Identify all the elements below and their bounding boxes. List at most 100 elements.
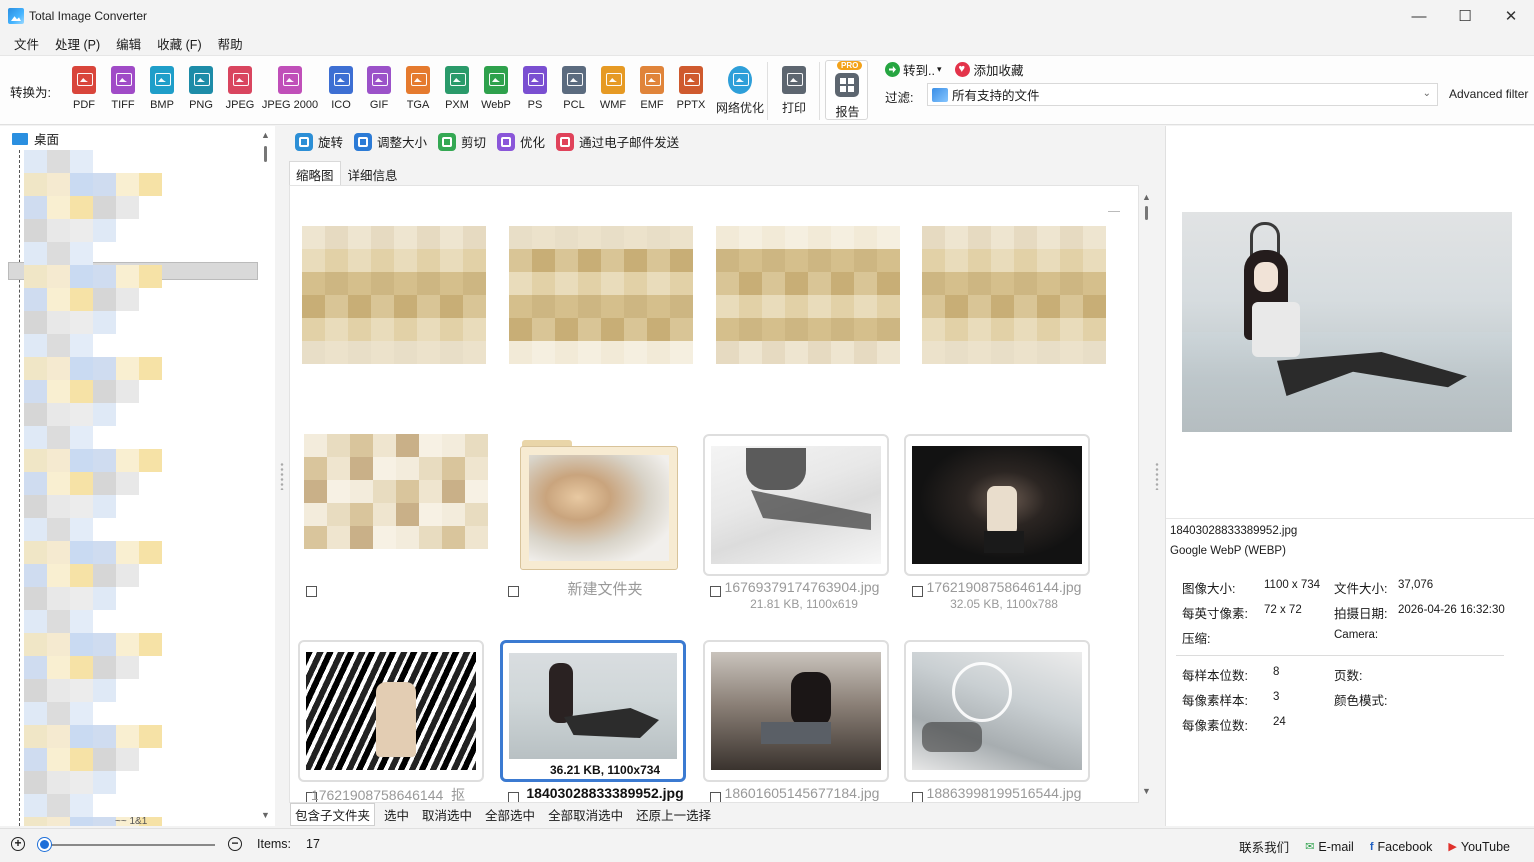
file-name[interactable]: 16769379174763904.jpg	[709, 579, 895, 595]
blurred-tile	[877, 272, 900, 295]
thumbnail-card[interactable]	[703, 434, 889, 576]
tab-thumbnails[interactable]: 缩略图	[289, 161, 341, 188]
select-all-button[interactable]: 全部选中	[481, 804, 539, 825]
thumbnail-card-selected[interactable]: 36.21 KB, 1100x734	[500, 640, 686, 782]
close-button[interactable]: ✕	[1488, 0, 1534, 32]
items-label: Items:	[257, 837, 292, 851]
email-link[interactable]: ✉ E-mail	[1305, 840, 1354, 854]
blurred-tile	[327, 457, 350, 480]
blurred-tile	[396, 434, 419, 457]
zoom-in-icon[interactable]: +	[11, 837, 25, 851]
tree-scrollbar[interactable]: ▲ ▼	[258, 126, 273, 826]
deselect-button[interactable]: 取消选中	[418, 804, 476, 825]
tree-root-label[interactable]: 桌面	[34, 129, 59, 148]
blurred-tree-tile	[70, 150, 93, 173]
scroll-thumb[interactable]	[1145, 206, 1148, 220]
blurred-tile	[371, 249, 394, 272]
file-name[interactable]: 18863998199516544.jpg	[911, 785, 1097, 801]
minimize-button[interactable]: —	[1396, 0, 1442, 32]
zoom-slider[interactable]	[45, 844, 215, 846]
file-name[interactable]: 18601605145677184.jpg	[709, 785, 895, 801]
menu-file[interactable]: 文件	[6, 34, 47, 53]
blurred-tree-tile	[93, 311, 116, 334]
menu-edit[interactable]: 编辑	[108, 34, 149, 53]
blurred-tile	[877, 295, 900, 318]
blurred-tree-tile	[24, 265, 47, 288]
maximize-button[interactable]: ☐	[1442, 0, 1488, 32]
blurred-tile	[1083, 249, 1106, 272]
thumbnail-card[interactable]	[298, 640, 484, 782]
thumbnail-grid[interactable]: 新建文件夹 16769379174763904.jpg 21.81 KB, 11…	[289, 185, 1139, 803]
scroll-down-icon[interactable]: ▼	[1142, 786, 1151, 796]
file-name[interactable]: 17621908758646144_抠	[295, 785, 481, 802]
filter-dropdown[interactable]: 所有支持的文件 ⌄	[927, 83, 1438, 106]
file-name[interactable]: 17621908758646144.jpg	[911, 579, 1097, 595]
goto-button[interactable]: 转到..	[903, 60, 935, 79]
blurred-tile	[1083, 226, 1106, 249]
print-button[interactable]: 打印	[770, 66, 818, 116]
restore-selection-button[interactable]: 还原上一选择	[632, 804, 715, 825]
thumbnail-image	[711, 652, 881, 770]
blurred-tile	[601, 295, 624, 318]
blurred-tree-tile	[47, 702, 70, 725]
select-button[interactable]: 选中	[380, 804, 413, 825]
blurred-tile	[394, 226, 417, 249]
tab-details[interactable]: 详细信息	[341, 161, 405, 188]
image-file-icon	[150, 66, 174, 94]
folder-name[interactable]: 新建文件夹	[512, 578, 698, 599]
crop-button[interactable]: 剪切	[438, 132, 486, 151]
blurred-tree-tile	[93, 656, 116, 679]
blurred-tile	[417, 318, 440, 341]
youtube-link[interactable]: ▶ YouTube	[1448, 840, 1510, 854]
optimize-button[interactable]: 优化	[497, 132, 545, 151]
menu-process[interactable]: 处理 (P)	[47, 34, 108, 53]
contact-link[interactable]: 联系我们	[1239, 837, 1289, 856]
blurred-tile	[304, 503, 327, 526]
thumbnail-card[interactable]	[904, 434, 1090, 576]
convert-jpeg-2000-button[interactable]: JPEG 2000	[262, 66, 318, 111]
convert-pptx-button[interactable]: PPTX	[667, 66, 715, 111]
blurred-tile	[945, 318, 968, 341]
splitter-handle[interactable]	[1155, 462, 1159, 490]
blurred-tile	[670, 226, 693, 249]
send-email-button[interactable]: 通过电子邮件发送	[556, 132, 679, 151]
thumbnail-card[interactable]	[904, 640, 1090, 782]
blurred-tile	[922, 318, 945, 341]
menu-help[interactable]: 帮助	[210, 34, 251, 53]
menu-favorites[interactable]: 收藏 (F)	[149, 34, 209, 53]
convert-网络优化-button[interactable]: 网络优化	[716, 66, 764, 116]
blurred-tile	[350, 526, 373, 549]
report-button[interactable]: PRO 报告	[825, 60, 868, 120]
thumbnail-scrollbar[interactable]: ▲ ▼	[1139, 188, 1153, 804]
scroll-up-icon[interactable]: ▲	[1142, 192, 1151, 202]
blurred-tile	[373, 480, 396, 503]
blurred-tile	[1014, 341, 1037, 364]
scroll-thumb[interactable]	[264, 146, 267, 162]
resize-button[interactable]: 调整大小	[354, 132, 427, 151]
blurred-tile	[968, 295, 991, 318]
include-subfolders-button[interactable]: 包含子文件夹	[290, 802, 376, 826]
convert-jpeg-button[interactable]: JPEG	[216, 66, 264, 111]
blurred-tile	[945, 226, 968, 249]
thumbnail-card[interactable]	[703, 640, 889, 782]
zoom-out-icon[interactable]: −	[228, 837, 242, 851]
rotate-button[interactable]: 旋转	[295, 132, 343, 151]
scroll-up-icon[interactable]: ▲	[261, 130, 270, 140]
file-name-selected[interactable]: 18403028833389952.jpg	[512, 785, 698, 801]
folder-tree[interactable]: 桌面 ~~ 1&1 ▲ ▼	[0, 126, 275, 826]
add-favorite-button[interactable]: 添加收藏	[973, 60, 1023, 79]
scroll-down-icon[interactable]: ▼	[261, 810, 270, 820]
deselect-all-button[interactable]: 全部取消选中	[544, 804, 627, 825]
blurred-tile	[785, 295, 808, 318]
chevron-down-icon[interactable]: ▾	[937, 64, 942, 75]
advanced-filter-button[interactable]: Advanced filter	[1449, 87, 1528, 101]
blurred-tree-tile	[116, 748, 139, 771]
preview-panel: 18403028833389952.jpg Google WebP (WEBP)…	[1165, 126, 1534, 826]
facebook-link[interactable]: f Facebook	[1370, 840, 1433, 854]
folder-thumbnail[interactable]	[520, 446, 678, 570]
thumbnail-checkbox[interactable]	[306, 586, 317, 597]
splitter-handle[interactable]	[280, 462, 284, 490]
blurred-tree-tile	[47, 518, 70, 541]
zoom-slider-knob[interactable]	[38, 838, 51, 851]
blurred-tree-tile	[24, 150, 47, 173]
